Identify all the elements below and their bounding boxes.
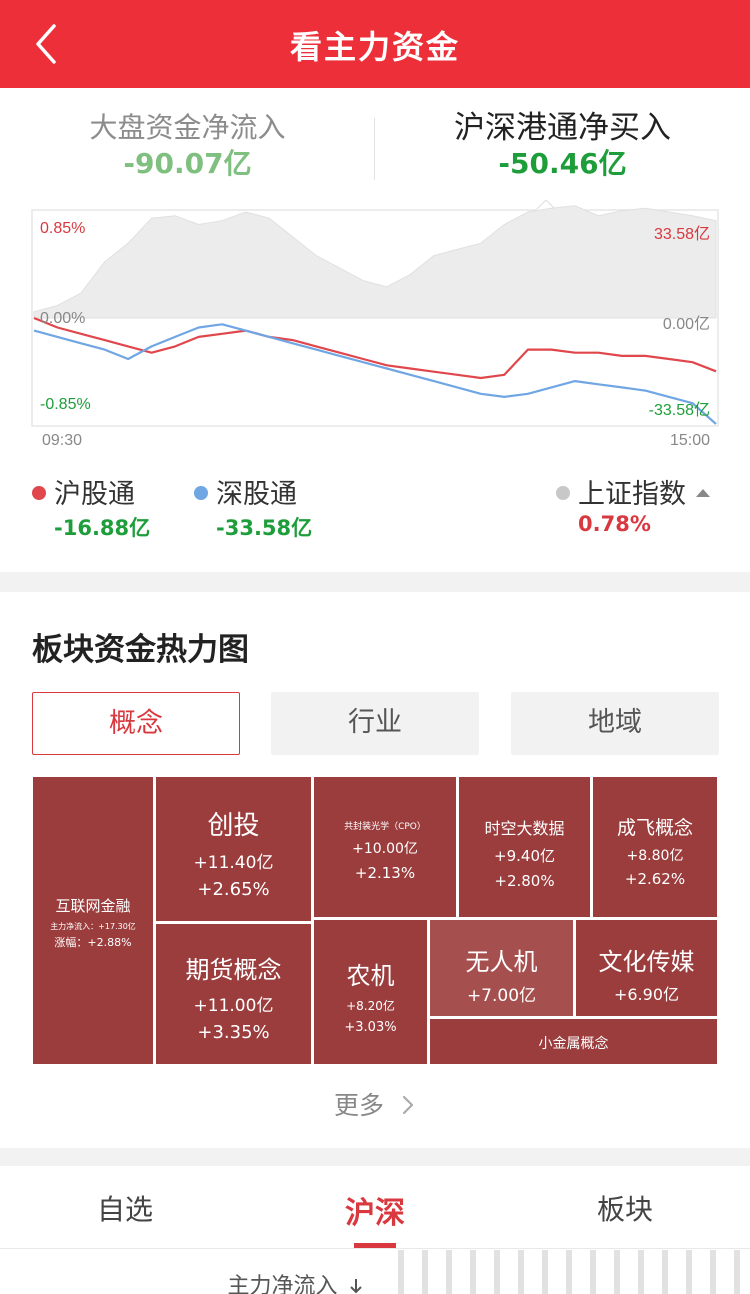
heatmap-tile-chengfei[interactable]: 成飞概念 +8.80亿 +2.62% bbox=[593, 777, 717, 917]
section-gap-2 bbox=[0, 1148, 750, 1166]
heatmap-tile-culture-media[interactable]: 文化传媒 +6.90亿 bbox=[576, 920, 717, 1016]
y-left-tick-bottom: -0.85% bbox=[40, 396, 91, 413]
caret-up-icon[interactable] bbox=[696, 489, 710, 497]
x-tick-start: 09:30 bbox=[42, 432, 83, 449]
heatmap-title: 板块资金热力图 bbox=[32, 632, 249, 668]
legend-sz-name: 深股通 bbox=[216, 479, 297, 510]
flow-chart-plot bbox=[31, 200, 719, 427]
flow-chart: 0.85% 0.00% -0.85% 33.58亿 0.00亿 -33.58亿 … bbox=[0, 200, 750, 460]
legend-index[interactable]: 上证指数 0.78% bbox=[556, 472, 710, 536]
legend-sz[interactable]: 深股通 -33.58亿 bbox=[194, 472, 312, 540]
legend-sz-value: -33.58亿 bbox=[216, 516, 313, 540]
y-right-tick-top: 33.58亿 bbox=[653, 226, 710, 243]
tab-concept[interactable]: 概念 bbox=[32, 692, 240, 755]
y-left-tick-mid: 0.00% bbox=[40, 310, 86, 327]
market-net-inflow-value: -90.07亿 bbox=[123, 147, 252, 180]
legend-sh-name: 沪股通 bbox=[54, 479, 135, 510]
more-label: 更多 bbox=[334, 1091, 385, 1120]
tab-sectors[interactable]: 板块 bbox=[500, 1188, 750, 1228]
series-index-area bbox=[33, 205, 717, 319]
heatmap-tile-spatial-data[interactable]: 时空大数据 +9.40亿 +2.80% bbox=[459, 777, 590, 917]
legend-sz-dot bbox=[194, 486, 208, 500]
heatmap-tile-venture[interactable]: 创投 +11.40亿 +2.65% bbox=[156, 777, 311, 921]
legend-sh-dot bbox=[32, 486, 46, 500]
chart-legend: 沪股通 -16.88亿 深股通 -33.58亿 上证指数 0.78% bbox=[0, 472, 750, 552]
series-sh-line bbox=[33, 316, 717, 380]
hk-connect-net-buy-label: 沪深港通净买入 bbox=[454, 110, 671, 146]
heatmap-tile-drone[interactable]: 无人机 +7.00亿 bbox=[430, 920, 573, 1016]
legend-index-value: 0.78% bbox=[578, 512, 651, 536]
more-button[interactable]: 更多 bbox=[0, 1086, 750, 1122]
loading-overlay bbox=[380, 1250, 750, 1294]
tab-shanghai-shenzhen[interactable]: 沪深 bbox=[250, 1188, 500, 1232]
tab-industry[interactable]: 行业 bbox=[271, 692, 479, 755]
x-tick-end: 15:00 bbox=[669, 432, 710, 449]
tab-watchlist[interactable]: 自选 bbox=[0, 1188, 250, 1228]
heatmap-tile-cpo[interactable]: 共封装光学（CPO） +10.00亿 +2.13% bbox=[314, 777, 456, 917]
legend-index-name: 上证指数 bbox=[578, 479, 686, 510]
tab-separator bbox=[0, 1248, 750, 1249]
legend-index-dot bbox=[556, 486, 570, 500]
section-gap bbox=[0, 572, 750, 592]
sort-label: 主力净流入 bbox=[227, 1274, 338, 1294]
legend-sh[interactable]: 沪股通 -16.88亿 bbox=[32, 472, 150, 540]
chevron-right-icon bbox=[402, 1095, 414, 1115]
series-sz-line bbox=[33, 323, 717, 425]
heatmap-tile-internet-finance[interactable]: 互联网金融 主力净流入：+17.30亿 涨幅：+2.88% bbox=[33, 777, 153, 1064]
heatmap-tile-agri-machinery[interactable]: 农机 +8.20亿 +3.03% bbox=[314, 920, 427, 1064]
arrow-down-icon bbox=[349, 1279, 362, 1294]
heatmap-tile-minor-metals[interactable]: 小金属概念 bbox=[430, 1019, 717, 1064]
tab-region[interactable]: 地域 bbox=[511, 692, 719, 755]
app-header: 看主力资金 bbox=[0, 0, 750, 88]
legend-sh-value: -16.88亿 bbox=[54, 516, 151, 540]
y-left-tick-top: 0.85% bbox=[40, 220, 86, 237]
market-net-inflow-label: 大盘资金净流入 bbox=[89, 111, 286, 144]
hk-connect-net-buy-value: -50.46亿 bbox=[498, 147, 627, 180]
page-title: 看主力资金 bbox=[289, 28, 460, 66]
hk-connect-net-buy[interactable]: 沪深港通净买入 -50.46亿 bbox=[375, 110, 750, 182]
y-right-tick-mid: 0.00亿 bbox=[662, 316, 710, 333]
heatmap-tile-futures[interactable]: 期货概念 +11.00亿 +3.35% bbox=[156, 924, 311, 1064]
y-right-tick-bottom: -33.58亿 bbox=[648, 402, 710, 419]
market-net-inflow[interactable]: 大盘资金净流入 -90.07亿 bbox=[0, 110, 375, 182]
net-flow-summary: 大盘资金净流入 -90.07亿 沪深港通净买入 -50.46亿 bbox=[0, 88, 750, 208]
